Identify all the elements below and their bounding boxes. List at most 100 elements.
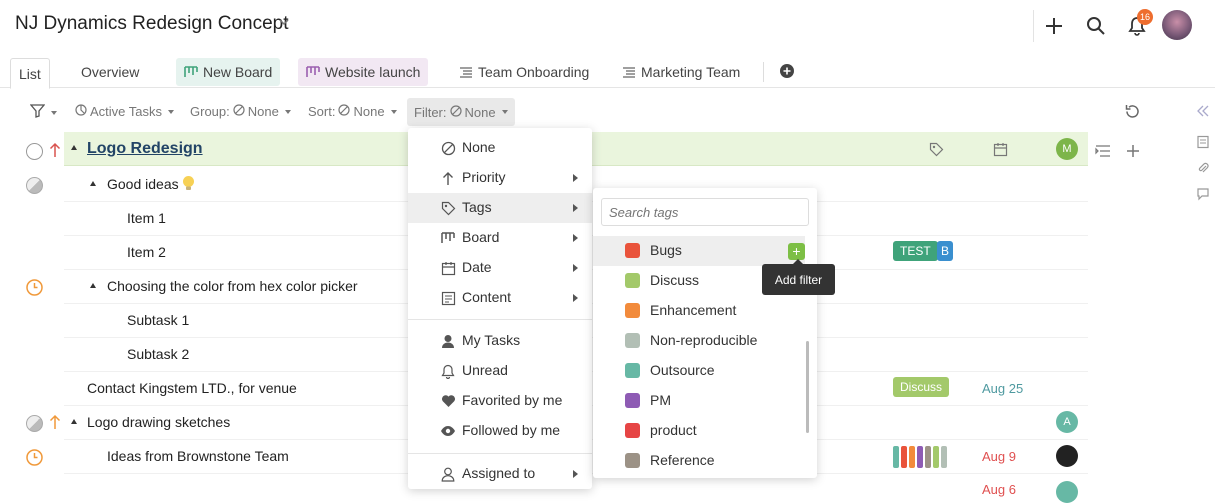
status-partial-icon[interactable]: [26, 415, 43, 432]
filter-content-item[interactable]: Content: [408, 283, 592, 313]
scrollbar[interactable]: [806, 341, 809, 433]
tab-new-board[interactable]: New Board: [176, 58, 281, 86]
tag-item-enhancement[interactable]: Enhancement: [593, 296, 805, 326]
chevron-down-icon[interactable]: [278, 16, 290, 31]
tab-overview[interactable]: Overview: [73, 58, 147, 86]
filter-unread-item[interactable]: Unread: [408, 356, 592, 386]
filter-date-item[interactable]: Date: [408, 253, 592, 283]
tab-label: List: [19, 65, 41, 82]
filter-assigned-item[interactable]: Assigned to: [408, 459, 592, 489]
filter-value: None: [464, 104, 496, 120]
tag-color-swatch: [625, 363, 640, 378]
filter-funnel-button[interactable]: [29, 104, 57, 121]
menu-divider: [408, 319, 592, 320]
filter-priority-item[interactable]: Priority: [408, 163, 592, 193]
bell-icon: [440, 363, 456, 379]
tag-color-swatch: [625, 423, 640, 438]
tag-label: Reference: [650, 452, 715, 468]
due-date[interactable]: Aug 9: [982, 449, 1016, 464]
filter-followed-item[interactable]: Followed by me: [408, 416, 592, 446]
none-icon: [338, 104, 351, 119]
add-tab-icon[interactable]: [779, 63, 795, 84]
tag-pill[interactable]: TEST: [893, 241, 938, 261]
due-date[interactable]: Aug 25: [982, 381, 1023, 396]
filter-my-tasks-item[interactable]: My Tasks: [408, 326, 592, 356]
tag-item-pm[interactable]: PM: [593, 386, 805, 416]
collapse-icon[interactable]: [1196, 104, 1210, 123]
active-tasks-dropdown[interactable]: Active Tasks: [75, 104, 175, 119]
expand-rows-icon[interactable]: [1095, 144, 1111, 163]
menu-item-label: My Tasks: [462, 332, 521, 348]
tag-item-non-reproducible[interactable]: Non-reproducible: [593, 326, 805, 356]
comment-icon[interactable]: [1196, 187, 1210, 206]
tab-list[interactable]: List: [10, 58, 50, 89]
lightbulb-icon: [182, 175, 195, 195]
task-title[interactable]: Subtask 1: [127, 312, 189, 328]
tab-marketing-team[interactable]: Marketing Team: [614, 58, 748, 86]
priority-up-icon[interactable]: [49, 142, 61, 163]
collapse-triangle-icon[interactable]: [90, 181, 96, 186]
attachment-icon[interactable]: [1196, 161, 1210, 180]
menu-item-label: Date: [462, 259, 492, 275]
tag-color-swatch: [625, 273, 640, 288]
tag-item-reference[interactable]: Reference: [593, 446, 805, 476]
reset-icon[interactable]: [1124, 103, 1141, 125]
due-date[interactable]: Aug 6: [982, 482, 1016, 497]
status-in-progress-icon[interactable]: [26, 449, 43, 471]
search-icon[interactable]: [1085, 15, 1107, 37]
task-title[interactable]: Item 1: [127, 210, 166, 226]
notes-icon[interactable]: [1196, 135, 1210, 154]
collapse-triangle-icon[interactable]: [71, 419, 77, 424]
priority-up-icon[interactable]: [49, 414, 61, 435]
sort-dropdown[interactable]: Sort: None: [308, 104, 397, 119]
submenu-arrow-icon: [573, 470, 578, 478]
task-title[interactable]: Logo drawing sketches: [87, 414, 230, 430]
tag-pill[interactable]: B: [937, 241, 954, 261]
filter-dropdown[interactable]: Filter: None: [407, 98, 515, 126]
add-filter-button[interactable]: +: [788, 243, 805, 260]
task-title[interactable]: Contact Kingstem LTD., for venue: [87, 380, 297, 396]
tab-website-launch[interactable]: Website launch: [298, 58, 429, 86]
menu-item-label: Unread: [462, 362, 508, 378]
task-title[interactable]: Ideas from Brownstone Team: [107, 448, 289, 464]
avatar[interactable]: A: [1056, 411, 1078, 433]
avatar[interactable]: [1056, 445, 1078, 467]
avatar[interactable]: M: [1056, 138, 1078, 160]
filter-favorited-item[interactable]: Favorited by me: [408, 386, 592, 416]
tag-item-bugs[interactable]: Bugs +: [593, 236, 805, 266]
task-title[interactable]: Choosing the color from hex color picker: [107, 278, 358, 294]
person-icon: [440, 333, 456, 349]
filter-tags-item[interactable]: Tags: [408, 193, 592, 223]
tab-team-onboarding[interactable]: Team Onboarding: [451, 58, 597, 86]
header-status-circle[interactable]: [26, 143, 43, 160]
tag-item-product[interactable]: product: [593, 416, 805, 446]
filter-none-item[interactable]: None: [408, 133, 592, 163]
search-tags-input[interactable]: [601, 198, 809, 226]
content-icon: [440, 290, 456, 306]
tag-icon[interactable]: [929, 142, 944, 160]
user-avatar[interactable]: [1162, 10, 1192, 40]
calendar-icon[interactable]: [993, 142, 1008, 160]
collapse-triangle-icon[interactable]: [90, 283, 96, 288]
avatar[interactable]: [1056, 481, 1078, 503]
active-tasks-label: Active Tasks: [90, 104, 163, 119]
task-title[interactable]: Subtask 2: [127, 346, 189, 362]
group-title[interactable]: Logo Redesign: [87, 140, 203, 158]
group-dropdown[interactable]: Group: None: [190, 104, 291, 119]
project-title[interactable]: NJ Dynamics Redesign Concept: [15, 13, 289, 35]
filter-board-item[interactable]: Board: [408, 223, 592, 253]
status-partial-icon[interactable]: [26, 177, 43, 194]
tag-item-outsource[interactable]: Outsource: [593, 356, 805, 386]
task-title[interactable]: Good ideas: [107, 176, 179, 192]
filter-menu: None Priority Tags Board Date Content My…: [408, 128, 592, 489]
status-in-progress-icon[interactable]: [26, 279, 43, 301]
active-tasks-icon: [75, 104, 87, 119]
add-row-icon[interactable]: [1125, 143, 1141, 164]
none-icon: [233, 104, 245, 119]
tag-pill[interactable]: Discuss: [893, 377, 950, 397]
collapse-triangle-icon[interactable]: [71, 145, 77, 150]
add-icon[interactable]: [1043, 15, 1065, 37]
tag-color-swatch: [625, 303, 640, 318]
task-title[interactable]: Item 2: [127, 244, 166, 260]
tag-strip[interactable]: [893, 446, 947, 468]
